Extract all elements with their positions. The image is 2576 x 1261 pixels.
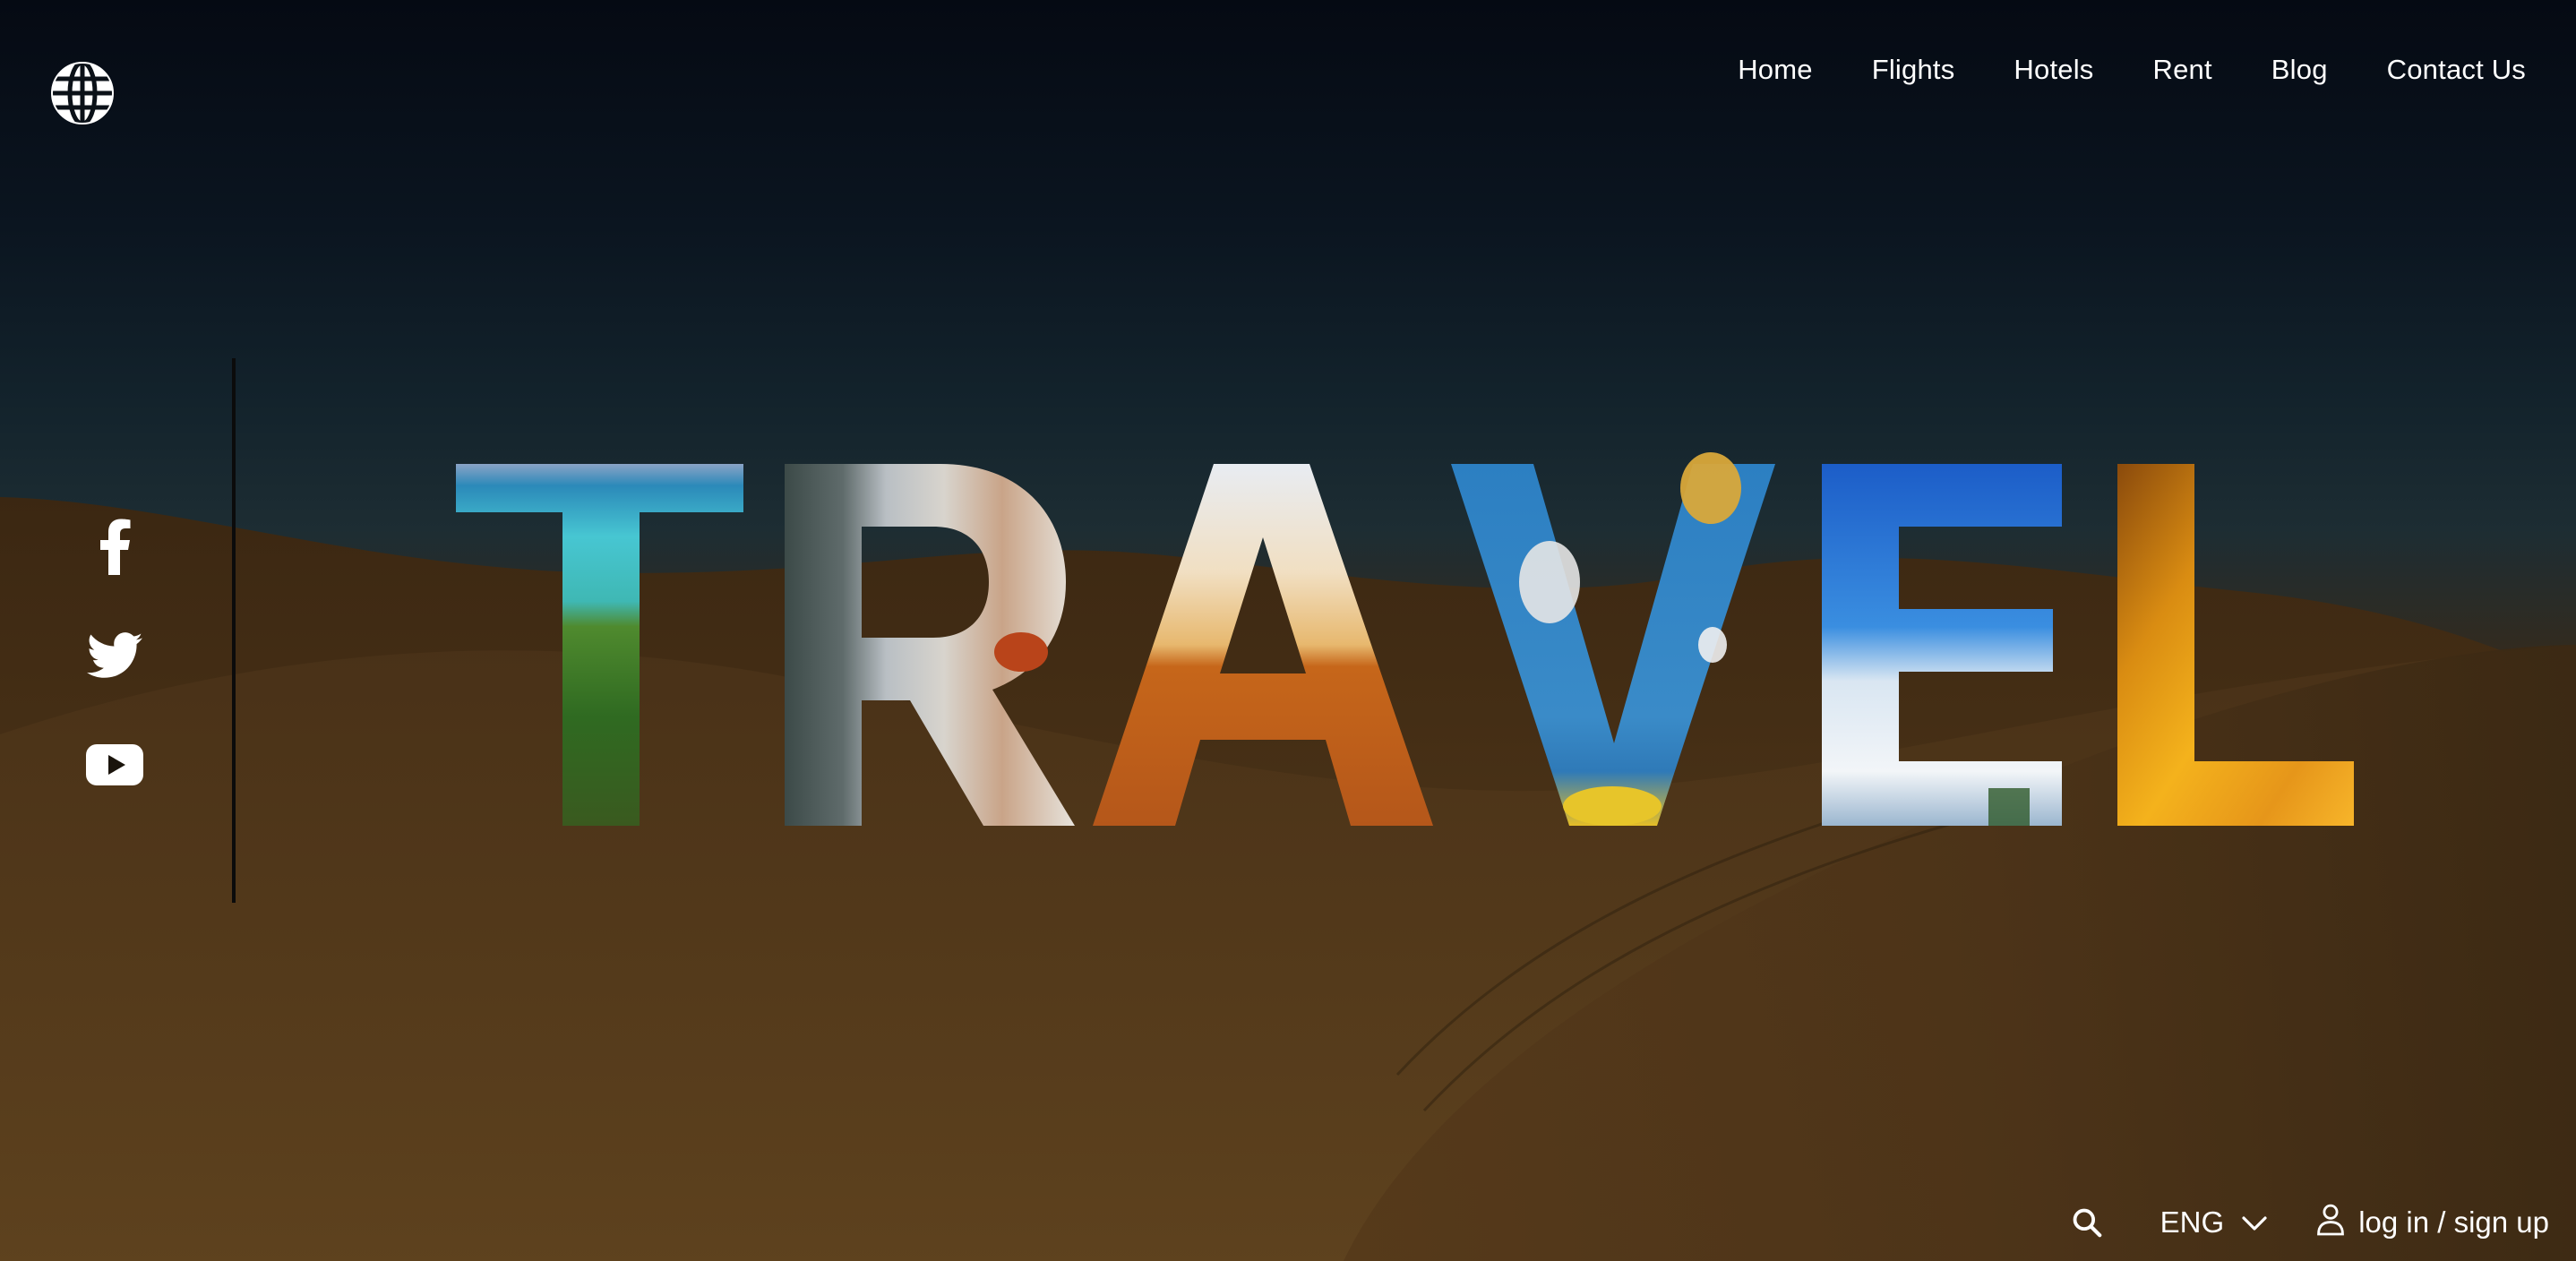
- bottom-toolbar: ENG log in / sign up: [2067, 1202, 2549, 1243]
- language-select[interactable]: ENG: [2160, 1205, 2270, 1240]
- hero-stage: Home Flights Hotels Rent Blog Contact Us: [0, 0, 2576, 1261]
- chevron-down-icon: [2240, 1205, 2269, 1240]
- language-label: ENG: [2160, 1205, 2225, 1239]
- hero-travel-word: [456, 452, 2354, 826]
- user-icon: [2315, 1202, 2346, 1243]
- login-label: log in / sign up: [2358, 1205, 2549, 1239]
- search-icon[interactable]: [2067, 1203, 2107, 1242]
- login-signup-link[interactable]: log in / sign up: [2315, 1202, 2549, 1243]
